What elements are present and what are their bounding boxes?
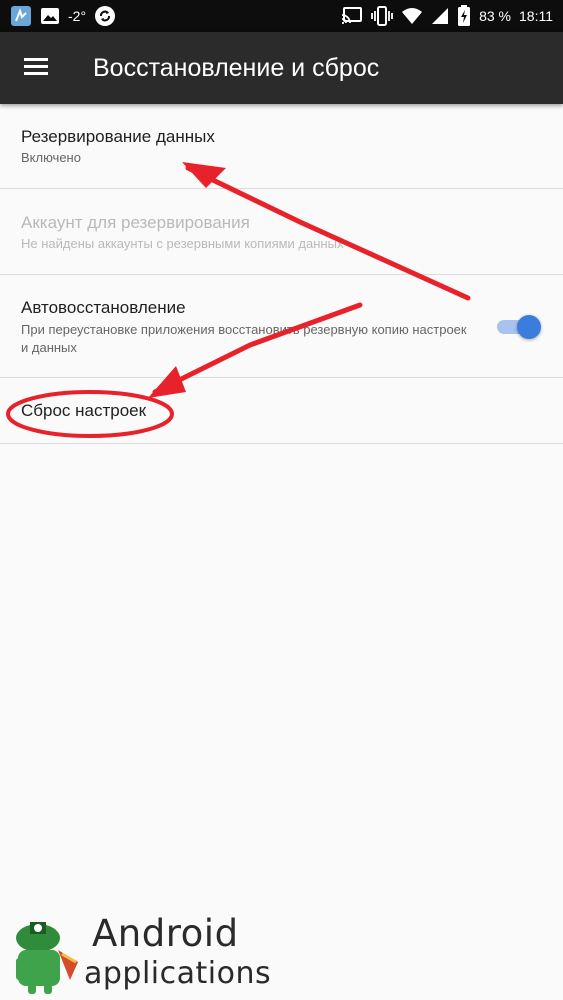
auto-restore-toggle[interactable] xyxy=(497,315,541,339)
clock: 18:11 xyxy=(519,8,553,24)
app-icon xyxy=(10,5,32,27)
item-title: Аккаунт для резервирования xyxy=(21,213,250,232)
app-toolbar: Восстановление и сброс xyxy=(0,32,563,104)
item-subtitle: Не найдены аккаунты с резервными копиями… xyxy=(21,236,344,251)
list-item-backup-data[interactable]: Резервирование данных Включено xyxy=(0,104,563,189)
temperature: -2° xyxy=(68,8,87,24)
list-item-backup-account: Аккаунт для резервирования Не найдены ак… xyxy=(0,189,563,275)
item-title: Резервирование данных xyxy=(21,127,215,146)
battery-charging-icon xyxy=(457,5,471,27)
item-title: Автовосстановление xyxy=(21,298,186,317)
watermark: Android applications xyxy=(8,908,272,996)
watermark-text-line2: applications xyxy=(84,956,272,991)
item-subtitle: Включено xyxy=(21,150,81,165)
menu-button[interactable] xyxy=(14,48,58,88)
item-title: Сброс настроек xyxy=(21,401,147,420)
watermark-text-line1: Android xyxy=(92,912,239,955)
battery-percent: 83 % xyxy=(479,8,511,24)
cast-icon xyxy=(341,7,363,25)
status-bar: -2° 83 % 18:11 xyxy=(0,0,563,32)
list-item-factory-reset[interactable]: Сброс настроек xyxy=(0,378,563,444)
list-item-auto-restore[interactable]: Автовосстановление При переустановке при… xyxy=(0,275,563,378)
signal-icon xyxy=(431,7,449,25)
hamburger-menu-icon xyxy=(24,57,48,80)
item-subtitle: При переустановке приложения восстановит… xyxy=(21,322,467,355)
image-icon xyxy=(40,7,60,25)
sync-icon xyxy=(94,5,116,27)
vibrate-icon xyxy=(371,6,393,26)
page-title: Восстановление и сброс xyxy=(93,54,380,82)
android-pirate-logo xyxy=(16,922,78,994)
wifi-icon xyxy=(401,7,423,25)
toggle-thumb xyxy=(517,315,541,339)
